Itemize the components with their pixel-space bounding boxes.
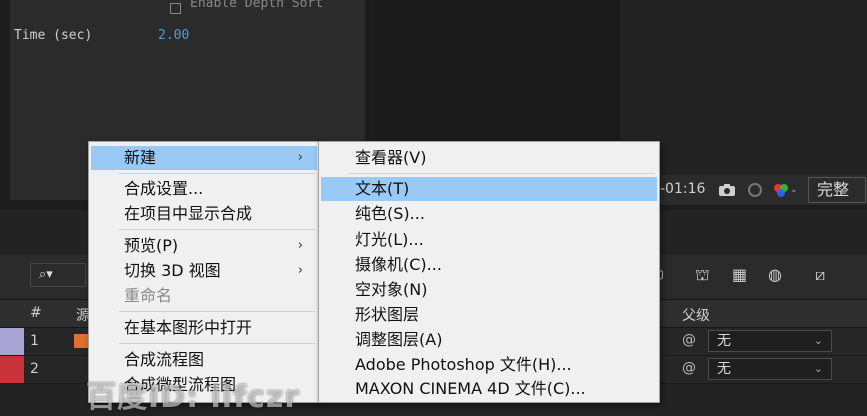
menu-item-label: 切换 3D 视图 — [124, 261, 221, 280]
menu-item-label: 新建 — [124, 148, 157, 167]
enable-depth-sort-label: Enable Depth Sort — [190, 0, 324, 11]
menu-item-rename: 重命名 — [91, 284, 317, 308]
menu-separator — [119, 343, 315, 344]
layer-label-color[interactable] — [0, 328, 24, 355]
col-number: # — [30, 305, 42, 321]
menu-item-label: 形状图层 — [355, 305, 420, 324]
layer-number: 2 — [30, 361, 39, 377]
menu-item-label: MAXON CINEMA 4D 文件(C)... — [355, 379, 586, 398]
layer-type-icon — [74, 334, 88, 348]
parent-dropdown[interactable]: 无 ⌄ — [708, 330, 832, 352]
menu-separator — [119, 229, 315, 230]
submenu-item-camera[interactable]: 摄像机(C)... — [321, 253, 657, 277]
menu-item-label: 预览(P) — [124, 236, 179, 255]
parent-value: 无 — [717, 333, 731, 349]
menu-item-reveal-in-project[interactable]: 在项目中显示合成 — [91, 202, 317, 226]
menu-item-label: 空对象(N) — [355, 280, 428, 299]
snapshot-camera-icon[interactable] — [716, 179, 738, 201]
submenu-item-cinema4d-file[interactable]: MAXON CINEMA 4D 文件(C)... — [321, 377, 657, 401]
time-value[interactable]: 2.00 — [158, 28, 189, 43]
chevron-right-icon: › — [297, 238, 303, 253]
submenu-item-text[interactable]: 文本(T) — [321, 177, 657, 201]
new-submenu: 查看器(V) 文本(T) 纯色(S)... 灯光(L)... 摄像机(C)...… — [318, 141, 660, 403]
chevron-down-icon: ⌄ — [813, 334, 823, 347]
menu-item-label: 纯色(S)... — [355, 204, 425, 223]
menu-item-new[interactable]: 新建 › — [91, 146, 317, 170]
menu-separator — [119, 311, 315, 312]
menu-item-preview[interactable]: 预览(P) › — [91, 234, 317, 258]
menu-item-composition-settings[interactable]: 合成设置... — [91, 177, 317, 201]
chevron-right-icon: › — [297, 150, 303, 165]
menu-item-label: 文本(T) — [355, 179, 410, 198]
submenu-item-photoshop-file[interactable]: Adobe Photoshop 文件(H)... — [321, 353, 657, 377]
menu-item-label: 在基本图形中打开 — [124, 318, 253, 337]
layer-label-color[interactable] — [0, 356, 24, 383]
context-menu: 新建 › 合成设置... 在项目中显示合成 预览(P) › 切换 3D 视图 › 重命… — [88, 141, 320, 403]
timeline-search-icon[interactable]: ⌕▾ — [30, 263, 86, 287]
menu-separator — [349, 173, 655, 174]
channel-chevron-icon[interactable]: ⌄ — [790, 185, 798, 195]
frame-blending-icon[interactable]: ▦ — [732, 265, 747, 284]
viewer-timecode[interactable]: -01:16 — [660, 181, 705, 197]
watermark: 百度ID: llfczr — [86, 380, 301, 415]
menu-separator — [119, 173, 315, 174]
submenu-item-viewer[interactable]: 查看器(V) — [321, 146, 657, 170]
submenu-item-adjustment-layer[interactable]: 调整图层(A) — [321, 328, 657, 352]
menu-item-label: 摄像机(C)... — [355, 255, 442, 274]
menu-item-label: 在项目中显示合成 — [124, 204, 253, 223]
col-parent: 父级 — [682, 308, 710, 324]
menu-item-label: 合成流程图 — [124, 350, 205, 369]
submenu-item-shape-layer[interactable]: 形状图层 — [321, 303, 657, 327]
resolution-dropdown[interactable]: 完整 — [808, 177, 866, 203]
menu-item-label: 重命名 — [124, 286, 173, 305]
parent-pickwhip-icon[interactable]: @ — [682, 332, 696, 348]
motion-blur-icon[interactable]: ◍ — [768, 265, 782, 284]
menu-item-label: 调整图层(A) — [355, 330, 443, 349]
parent-value: 无 — [717, 361, 731, 377]
menu-item-label: 查看器(V) — [355, 148, 427, 167]
parent-dropdown[interactable]: 无 ⌄ — [708, 358, 832, 380]
menu-item-label: 合成设置... — [124, 179, 204, 198]
chevron-right-icon: › — [297, 263, 303, 278]
menu-item-switch-3d-view[interactable]: 切换 3D 视图 › — [91, 259, 317, 283]
enable-depth-sort-checkbox[interactable] — [170, 3, 181, 14]
menu-item-label: Adobe Photoshop 文件(H)... — [355, 355, 572, 374]
layer-number: 1 — [30, 333, 39, 349]
shy-layers-icon[interactable]: ⛫ — [695, 265, 710, 286]
chevron-down-icon: ⌄ — [813, 362, 823, 375]
submenu-item-solid[interactable]: 纯色(S)... — [321, 202, 657, 226]
submenu-item-light[interactable]: 灯光(L)... — [321, 228, 657, 252]
submenu-item-null-object[interactable]: 空对象(N) — [321, 278, 657, 302]
graph-editor-icon[interactable]: ⧄ — [815, 265, 825, 285]
menu-item-label: 灯光(L)... — [355, 230, 424, 249]
channel-rgb-icon[interactable] — [770, 179, 792, 201]
parent-pickwhip-icon[interactable]: @ — [682, 360, 696, 376]
menu-item-open-in-essential-graphics[interactable]: 在基本图形中打开 — [91, 316, 317, 340]
show-snapshot-icon[interactable] — [744, 179, 766, 201]
composition-viewer — [375, 0, 620, 140]
time-label: Time (sec) — [14, 28, 93, 43]
menu-item-composition-flowchart[interactable]: 合成流程图 — [91, 348, 317, 372]
